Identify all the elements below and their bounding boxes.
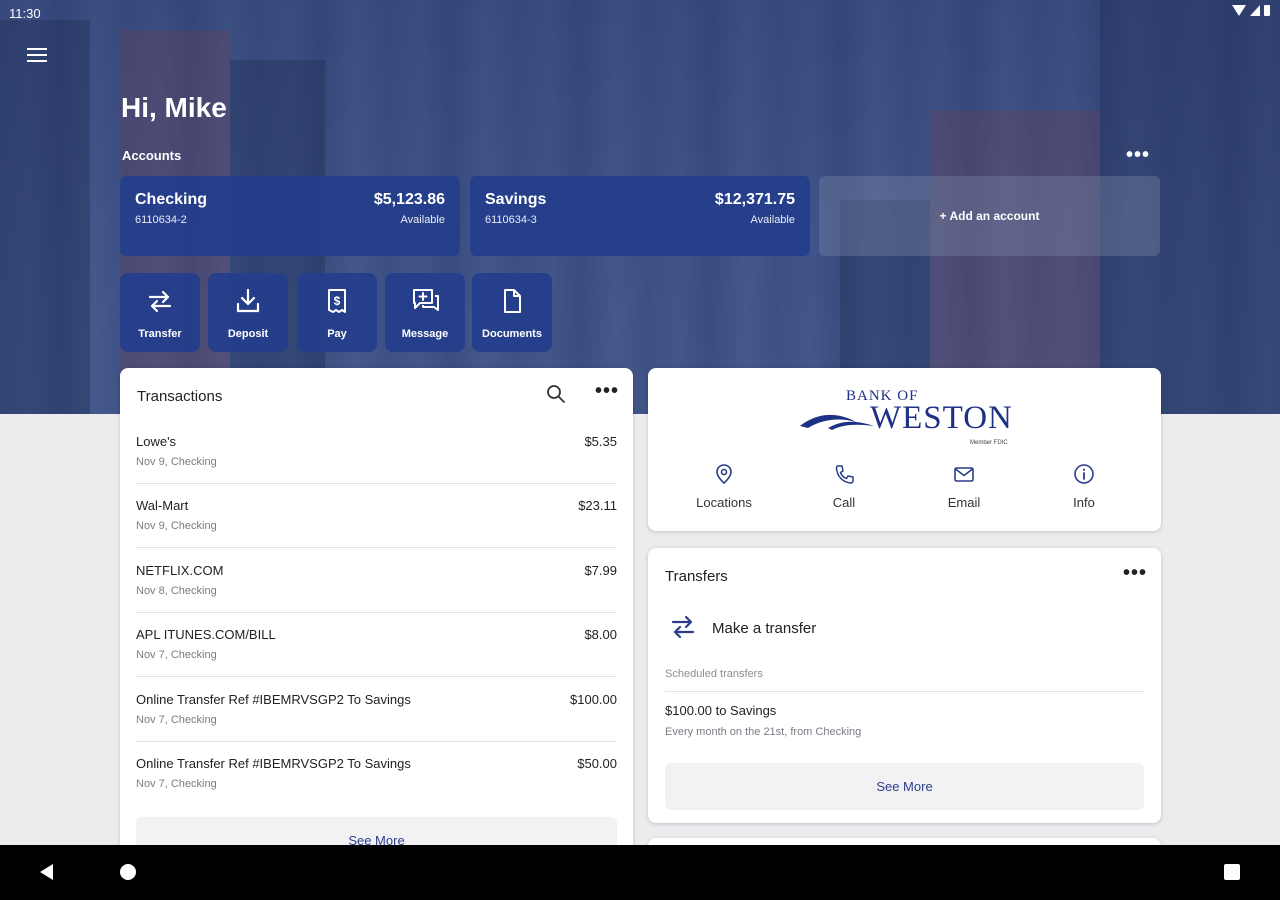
action-label: Documents [482, 328, 542, 340]
system-nav-bar [0, 845, 1280, 900]
add-account-button[interactable]: + Add an account [819, 176, 1160, 256]
account-balance: $12,371.75 [714, 191, 795, 208]
transaction-row[interactable]: Online Transfer Ref #IBEMRVSGP2 To Savin… [136, 678, 617, 742]
transaction-amount: $8.00 [584, 627, 617, 642]
bank-logo: BANK OF WESTON Member FDIC [798, 386, 1013, 446]
divider [665, 691, 1145, 692]
transactions-card: Transactions Lowe's Nov 9, Checking $5.3… [120, 368, 633, 868]
account-name: Checking [135, 191, 208, 208]
transfers-title: Transfers [665, 568, 728, 585]
make-transfer-button[interactable]: Make a transfer [665, 608, 1145, 648]
svg-text:$: $ [334, 294, 341, 308]
scheduled-transfer-title: $100.00 to Savings [665, 703, 777, 718]
battery-icon [1264, 5, 1270, 16]
accounts-more-icon[interactable]: ••• [1126, 144, 1150, 167]
transactions-more-icon[interactable]: ••• [595, 380, 619, 403]
transaction-description: Online Transfer Ref #IBEMRVSGP2 To Savin… [136, 692, 411, 707]
transaction-meta: Nov 7, Checking [136, 778, 217, 790]
scheduled-transfer-detail: Every month on the 21st, from Checking [665, 726, 862, 738]
message-action-button[interactable]: Message [385, 273, 465, 352]
action-label: Deposit [227, 328, 269, 340]
call-button[interactable]: Call [794, 463, 894, 518]
greeting: Hi, Mike [121, 92, 227, 123]
transaction-description: Online Transfer Ref #IBEMRVSGP2 To Savin… [136, 756, 411, 771]
accounts-heading: Accounts [122, 148, 182, 163]
document-icon [504, 289, 521, 313]
account-balance-status: Available [750, 214, 795, 226]
back-icon[interactable] [40, 864, 53, 880]
action-label: Transfer [138, 328, 182, 340]
email-button[interactable]: Email [914, 463, 1014, 518]
recent-apps-icon[interactable] [1224, 864, 1240, 880]
transaction-amount: $23.11 [578, 498, 617, 513]
email-icon [954, 467, 974, 482]
transaction-meta: Nov 8, Checking [136, 585, 217, 597]
bank-action-label: Info [1073, 495, 1095, 510]
home-icon[interactable] [120, 864, 136, 880]
account-name: Savings [485, 191, 547, 208]
transfers-see-more-button[interactable]: See More [665, 763, 1144, 810]
message-icon [413, 289, 439, 311]
transfers-more-icon[interactable]: ••• [1123, 562, 1147, 585]
account-number: 6110634-2 [135, 214, 187, 226]
transaction-meta: Nov 9, Checking [136, 456, 217, 468]
transaction-row[interactable]: Lowe's Nov 9, Checking $5.35 [136, 420, 617, 484]
logo-swoosh [800, 414, 874, 430]
transaction-meta: Nov 7, Checking [136, 649, 217, 661]
locations-button[interactable]: Locations [674, 463, 774, 518]
bill-icon: $ [328, 289, 346, 313]
transaction-row[interactable]: Wal-Mart Nov 9, Checking $23.11 [136, 484, 617, 548]
status-icons [1232, 5, 1270, 16]
logo-text-sub: Member FDIC [970, 440, 1008, 446]
deposit-icon [236, 288, 260, 313]
transaction-meta: Nov 9, Checking [136, 520, 217, 532]
action-label: Message [401, 328, 449, 340]
bank-action-label: Email [947, 495, 981, 510]
transaction-amount: $7.99 [584, 563, 617, 578]
transaction-description: APL ITUNES.COM/BILL [136, 627, 276, 642]
make-transfer-label: Make a transfer [712, 620, 817, 637]
background-building [0, 20, 90, 414]
transaction-description: Wal-Mart [136, 498, 189, 513]
account-number: 6110634-3 [485, 214, 537, 226]
location-pin-icon [716, 464, 732, 485]
scheduled-transfer-item[interactable]: $100.00 to Savings Every month on the 21… [665, 703, 1145, 748]
transaction-description: NETFLIX.COM [136, 563, 224, 578]
transaction-row[interactable]: Online Transfer Ref #IBEMRVSGP2 To Savin… [136, 742, 617, 806]
info-icon [1074, 464, 1094, 484]
transaction-meta: Nov 7, Checking [136, 714, 217, 726]
account-card-checking[interactable]: Checking 6110634-2 $5,123.86 Available [120, 176, 460, 256]
info-button[interactable]: Info [1034, 463, 1134, 518]
deposit-action-button[interactable]: Deposit [208, 273, 288, 352]
transfer-action-button[interactable]: Transfer [120, 273, 200, 352]
search-icon[interactable] [546, 384, 566, 404]
transactions-title: Transactions [137, 388, 223, 405]
menu-icon[interactable] [27, 48, 47, 64]
transaction-description: Lowe's [136, 434, 177, 449]
logo-text-main: WESTON [870, 400, 1013, 436]
signal-icon [1250, 5, 1260, 16]
transaction-amount: $5.35 [584, 434, 617, 449]
phone-icon [835, 465, 854, 484]
transfer-icon [671, 615, 695, 639]
transaction-row[interactable]: APL ITUNES.COM/BILL Nov 7, Checking $8.0… [136, 613, 617, 677]
bank-info-card: BANK OF WESTON Member FDIC Locations Cal… [648, 368, 1161, 531]
status-bar: 11:30 [0, 0, 1280, 26]
transaction-amount: $100.00 [570, 692, 617, 707]
account-card-savings[interactable]: Savings 6110634-3 $12,371.75 Available [470, 176, 810, 256]
action-label: Pay [327, 328, 347, 340]
documents-action-button[interactable]: Documents [472, 273, 552, 352]
bank-action-label: Call [832, 495, 856, 510]
transaction-amount: $50.00 [577, 756, 617, 771]
transfers-card: Transfers ••• Make a transfer Scheduled … [648, 548, 1161, 823]
status-time: 11:30 [9, 6, 41, 21]
transaction-row[interactable]: NETFLIX.COM Nov 8, Checking $7.99 [136, 549, 617, 613]
account-balance-status: Available [400, 214, 445, 226]
account-balance: $5,123.86 [373, 191, 445, 208]
wifi-icon [1232, 5, 1246, 16]
scheduled-transfers-heading: Scheduled transfers [665, 668, 763, 680]
transfer-icon [148, 290, 172, 313]
pay-action-button[interactable]: $ Pay [297, 273, 377, 352]
bank-action-label: Locations [696, 495, 752, 510]
